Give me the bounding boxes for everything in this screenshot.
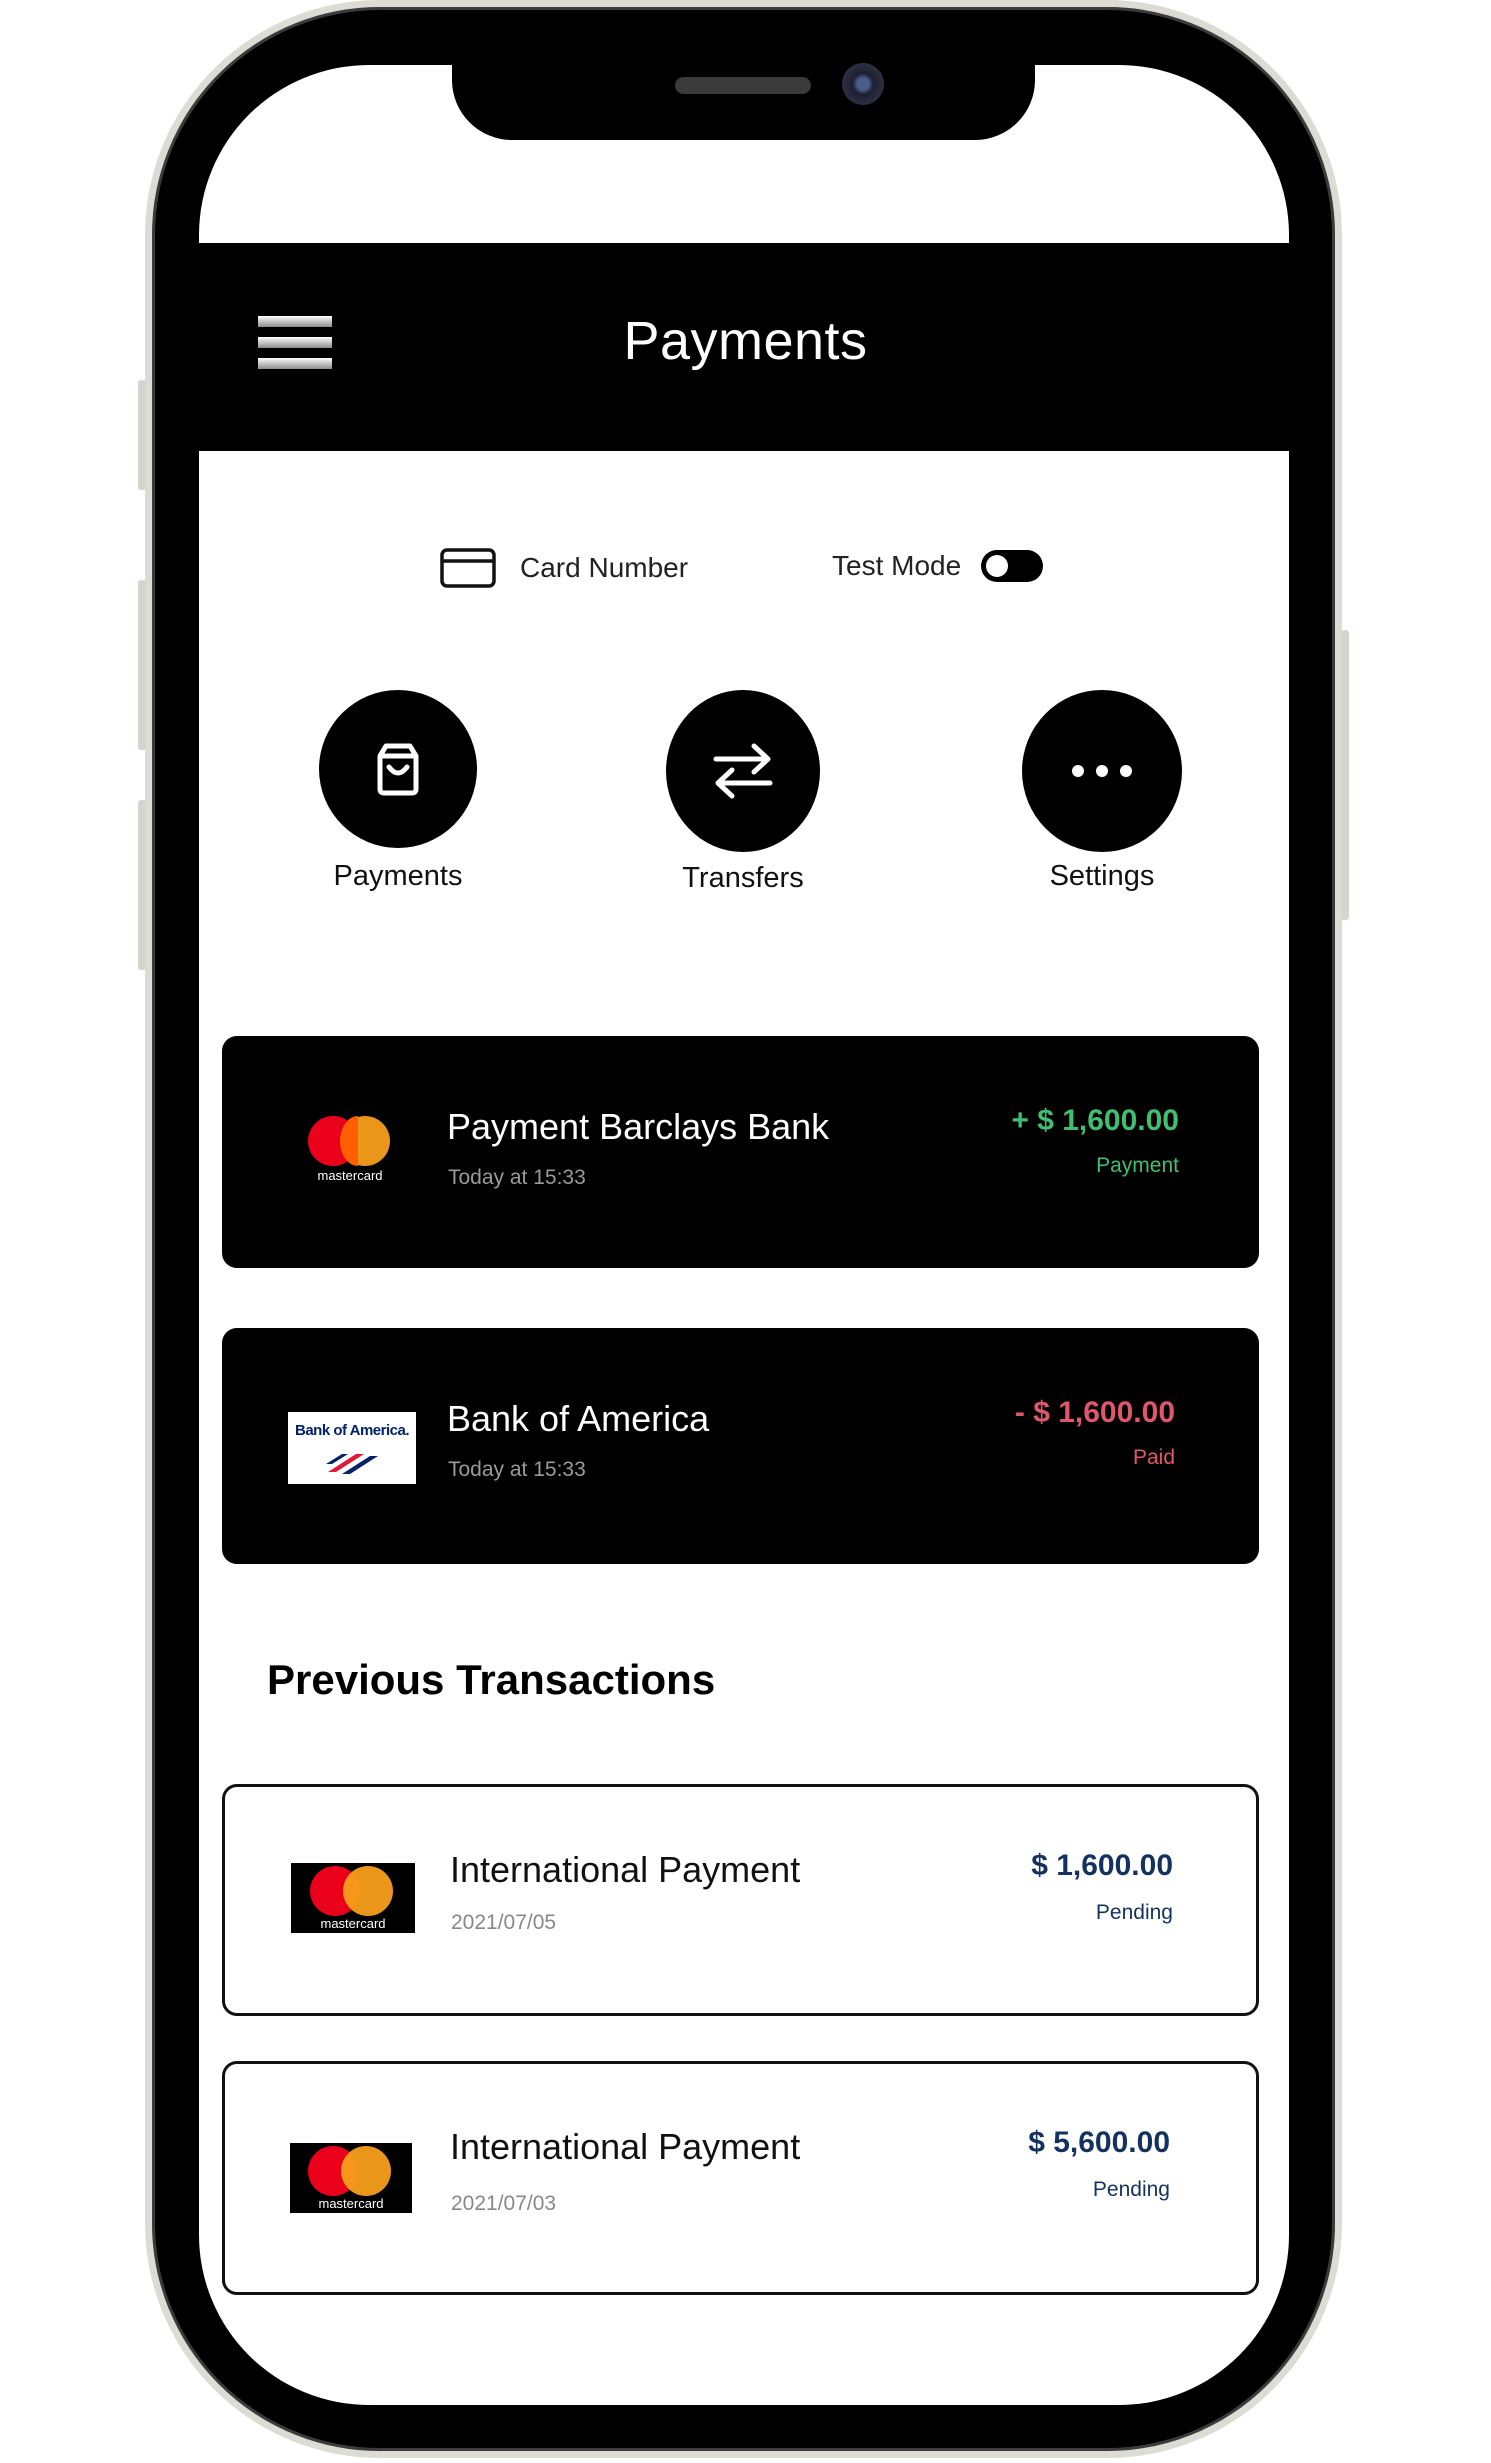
page-title: Payments [623, 311, 868, 371]
transaction-date: 2021/07/03 [451, 2192, 557, 2215]
transaction-title: International Payment [450, 2126, 801, 2167]
mastercard-logo: mastercard [308, 1116, 392, 1183]
test-mode-label: Test Mode [832, 550, 962, 581]
transaction-title: Bank of America [447, 1398, 710, 1439]
transaction-status: Pending [1095, 1901, 1173, 1924]
more-dots-icon [1072, 765, 1132, 777]
shopping-bag-icon [377, 743, 419, 796]
settings-action-label: Settings [1049, 860, 1155, 892]
phone-side-button [1341, 630, 1349, 920]
settings-action[interactable]: Settings [997, 690, 1207, 893]
phone-notch [452, 56, 1035, 140]
test-mode-toggle[interactable] [981, 550, 1044, 582]
bank-of-america-logo: Bank of America. [288, 1412, 416, 1484]
phone-camera [842, 63, 884, 105]
transaction-amount: - $ 1,600.00 [1014, 1396, 1175, 1429]
transaction-time: Today at 15:33 [448, 1166, 586, 1189]
transaction-title: Payment Barclays Bank [447, 1106, 830, 1147]
transfer-arrows-icon [713, 743, 773, 799]
card-number-label: Card Number [520, 552, 689, 583]
test-mode-control: Test Mode [832, 550, 1044, 582]
card-number-button[interactable]: Card Number [440, 548, 688, 588]
transaction-card[interactable]: mastercard Payment Barclays Bank Today a… [222, 1036, 1259, 1268]
transaction-status: Payment [1096, 1154, 1179, 1177]
bank-of-america-flag-icon [326, 1454, 378, 1474]
transfers-action[interactable]: Transfers [638, 690, 848, 895]
phone-side-button [138, 800, 146, 970]
transaction-amount: $ 5,600.00 [1028, 2126, 1170, 2159]
transaction-card[interactable]: mastercard International Payment 2021/07… [222, 2061, 1259, 2295]
payments-action[interactable]: Payments [293, 690, 503, 893]
payments-action-label: Payments [333, 860, 463, 892]
transaction-card[interactable]: Bank of America. Bank of America Today a… [222, 1328, 1259, 1564]
transaction-card[interactable]: mastercard International Payment 2021/07… [222, 1784, 1259, 2016]
credit-card-icon [440, 548, 496, 588]
phone-side-button [138, 580, 146, 750]
transaction-status: Pending [1092, 2178, 1170, 2201]
transaction-date: 2021/07/05 [451, 1911, 557, 1934]
transaction-status: Paid [1132, 1446, 1175, 1469]
phone-speaker [675, 77, 811, 94]
mastercard-logo: mastercard [291, 1863, 415, 1933]
phone-side-button [138, 380, 146, 490]
transaction-amount: $ 1,600.00 [1031, 1849, 1173, 1882]
mastercard-logo: mastercard [290, 2143, 412, 2213]
previous-transactions-heading: Previous Transactions [267, 1656, 716, 1703]
transfers-action-label: Transfers [682, 862, 804, 894]
transaction-title: International Payment [450, 1849, 801, 1890]
transaction-time: Today at 15:33 [448, 1458, 586, 1481]
transaction-amount: + $ 1,600.00 [1011, 1104, 1179, 1137]
